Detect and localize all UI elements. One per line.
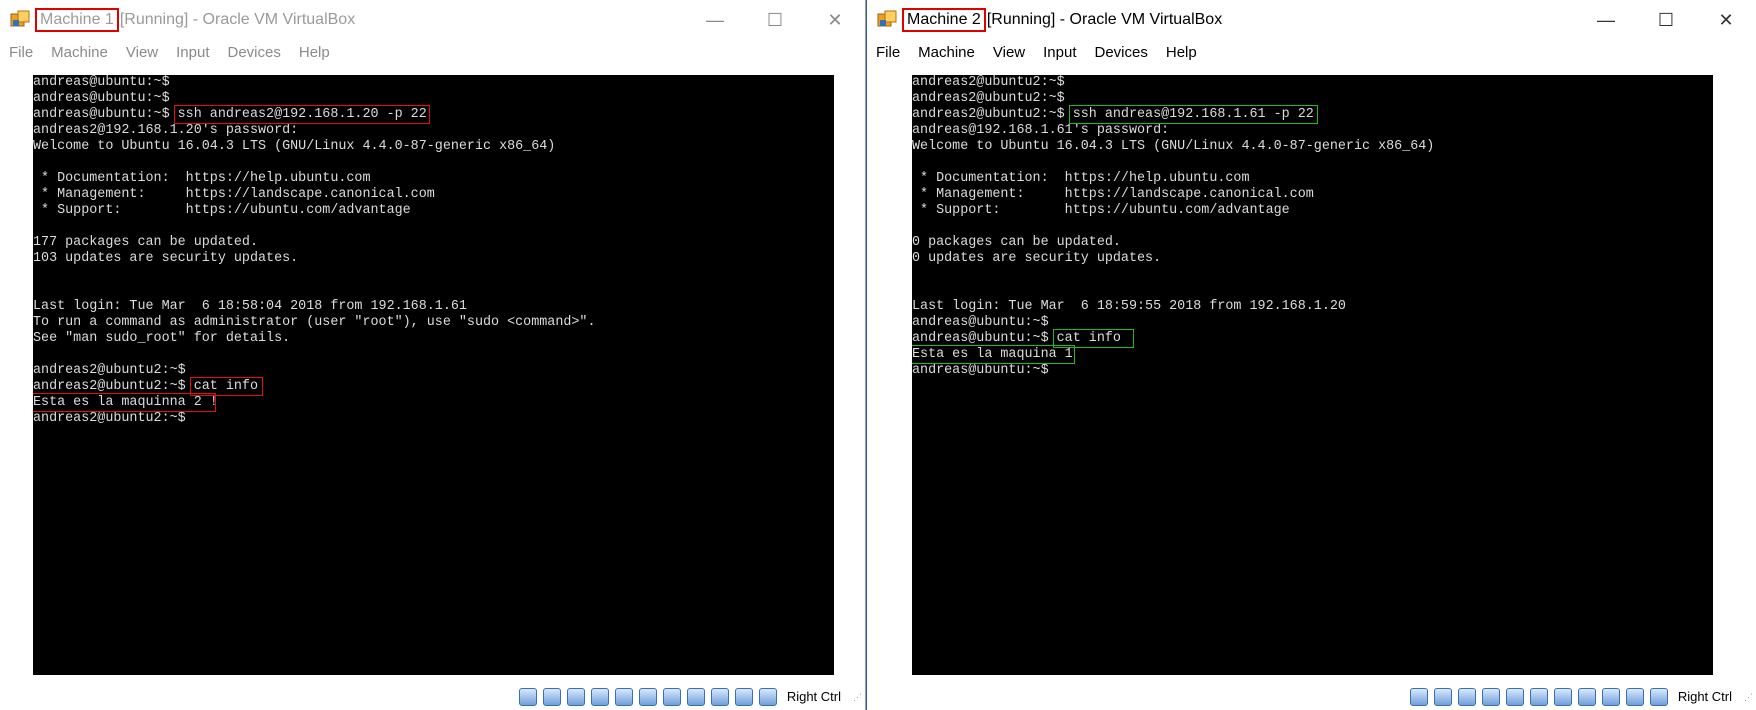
title-bar[interactable]: Machine 1 [Running] - Oracle VM VirtualB… [0,0,865,40]
terminal-line: See "man sudo_root" for details. [33,331,291,346]
vm-screen[interactable]: andreas2@ubuntu2:~$ andreas2@ubuntu2:~$ … [912,75,1713,675]
terminal-line: Welcome to Ubuntu 16.04.3 LTS (GNU/Linux… [912,139,1435,154]
terminal-line: andreas2@ubuntu2:~$ [912,91,1065,106]
menu-file[interactable]: File [867,44,909,61]
status-bar: Right Ctrl ⋰ [867,683,1756,710]
network-icon[interactable] [1481,687,1500,706]
terminal-line: 177 packages can be updated. [33,235,258,250]
hard-disk-icon[interactable] [518,687,537,706]
menu-input[interactable]: Input [1034,44,1085,61]
virtualbox-app-icon [876,9,898,31]
audio-icon[interactable] [566,687,585,706]
close-button[interactable]: ✕ [805,0,865,40]
usb-icon[interactable] [614,687,633,706]
close-button[interactable]: ✕ [1696,0,1756,40]
virtualbox-app-icon [9,9,31,31]
terminal-line: andreas2@ubuntu2:~$ [33,363,186,378]
terminal-line: * Management: https://landscape.canonica… [912,187,1314,202]
terminal-line: * Support: https://ubuntu.com/advantage [912,203,1290,218]
menu-bar: File Machine View Input Devices Help [0,40,865,64]
terminal-line: andreas@ubuntu:~$ [33,75,170,90]
virtualization-icon[interactable] [710,687,729,706]
terminal-line: andreas@ubuntu:~$ [33,91,170,106]
host-key-label[interactable]: Right Ctrl [1678,689,1732,704]
shared-folders-icon[interactable] [638,687,657,706]
menu-machine[interactable]: Machine [42,44,117,61]
hard-disk-icon[interactable] [1409,687,1428,706]
terminal-line: andreas@192.168.1.61's password: [912,123,1170,138]
maximize-button[interactable]: ☐ [745,0,805,40]
minimize-button[interactable]: — [685,0,745,40]
highlight-ssh-command [1069,105,1318,124]
host-key-arrow-icon[interactable] [758,687,777,706]
resize-grip-icon[interactable]: ⋰ [1744,692,1754,702]
window-title-machine-name: Machine 1 [35,8,119,32]
menu-machine[interactable]: Machine [909,44,984,61]
host-key-arrow-icon[interactable] [1649,687,1668,706]
terminal-line: * Documentation: https://help.ubuntu.com [33,171,371,186]
terminal-line: 0 updates are security updates. [912,251,1162,266]
menu-view[interactable]: View [984,44,1034,61]
terminal-line: 0 packages can be updated. [912,235,1121,250]
terminal-line: andreas@ubuntu:~$ [912,363,1049,378]
window-title-status: [Running] - Oracle VM VirtualBox [119,11,356,28]
window-title-machine-name: Machine 2 [902,8,986,32]
audio-icon[interactable] [1457,687,1476,706]
terminal-line: Welcome to Ubuntu 16.04.3 LTS (GNU/Linux… [33,139,556,154]
menu-devices[interactable]: Devices [219,44,290,61]
virtualbox-window-machine-2: Machine 2 [Running] - Oracle VM VirtualB… [866,0,1756,710]
terminal-line: andreas@ubuntu:~$ [912,315,1049,330]
menu-help[interactable]: Help [1157,44,1206,61]
network-icon[interactable] [590,687,609,706]
display-icon[interactable] [1553,687,1572,706]
video-capture-icon[interactable] [686,687,705,706]
menu-file[interactable]: File [0,44,42,61]
mouse-integration-icon[interactable] [1625,687,1644,706]
terminal-line: To run a command as administrator (user … [33,315,596,330]
menu-help[interactable]: Help [290,44,339,61]
menu-view[interactable]: View [117,44,167,61]
display-icon[interactable] [662,687,681,706]
minimize-button[interactable]: — [1576,0,1636,40]
shared-folders-icon[interactable] [1529,687,1548,706]
terminal-line: andreas2@ubuntu2:~$ [912,75,1065,90]
terminal-line: 103 updates are security updates. [33,251,299,266]
terminal-line: Last login: Tue Mar 6 18:59:55 2018 from… [912,299,1346,314]
status-bar: Right Ctrl ⋰ [0,683,865,710]
highlight-ssh-command [174,105,430,124]
terminal-line: * Support: https://ubuntu.com/advantage [33,203,411,218]
menu-devices[interactable]: Devices [1086,44,1157,61]
terminal-line: andreas2@192.168.1.20's password: [33,123,299,138]
terminal-line: * Documentation: https://help.ubuntu.com [912,171,1250,186]
mouse-integration-icon[interactable] [734,687,753,706]
usb-icon[interactable] [1505,687,1524,706]
maximize-button[interactable]: ☐ [1636,0,1696,40]
optical-drive-icon[interactable] [1433,687,1452,706]
highlight-cat-output [33,393,216,412]
virtualization-icon[interactable] [1601,687,1620,706]
optical-drive-icon[interactable] [542,687,561,706]
terminal-line: * Management: https://landscape.canonica… [33,187,435,202]
virtualbox-window-machine-1: Machine 1 [Running] - Oracle VM VirtualB… [0,0,866,710]
host-key-label[interactable]: Right Ctrl [787,689,841,704]
video-capture-icon[interactable] [1577,687,1596,706]
vm-screen[interactable]: andreas@ubuntu:~$ andreas@ubuntu:~$ andr… [33,75,834,675]
terminal-line: Last login: Tue Mar 6 18:58:04 2018 from… [33,299,467,314]
terminal-line: andreas2@ubuntu2:~$ [33,411,186,426]
title-bar[interactable]: Machine 2 [Running] - Oracle VM VirtualB… [867,0,1756,40]
window-title-status: [Running] - Oracle VM VirtualBox [986,11,1223,28]
highlight-cat-output [912,345,1075,364]
menu-input[interactable]: Input [167,44,218,61]
resize-grip-icon[interactable]: ⋰ [853,692,863,702]
menu-bar: File Machine View Input Devices Help [867,40,1756,64]
